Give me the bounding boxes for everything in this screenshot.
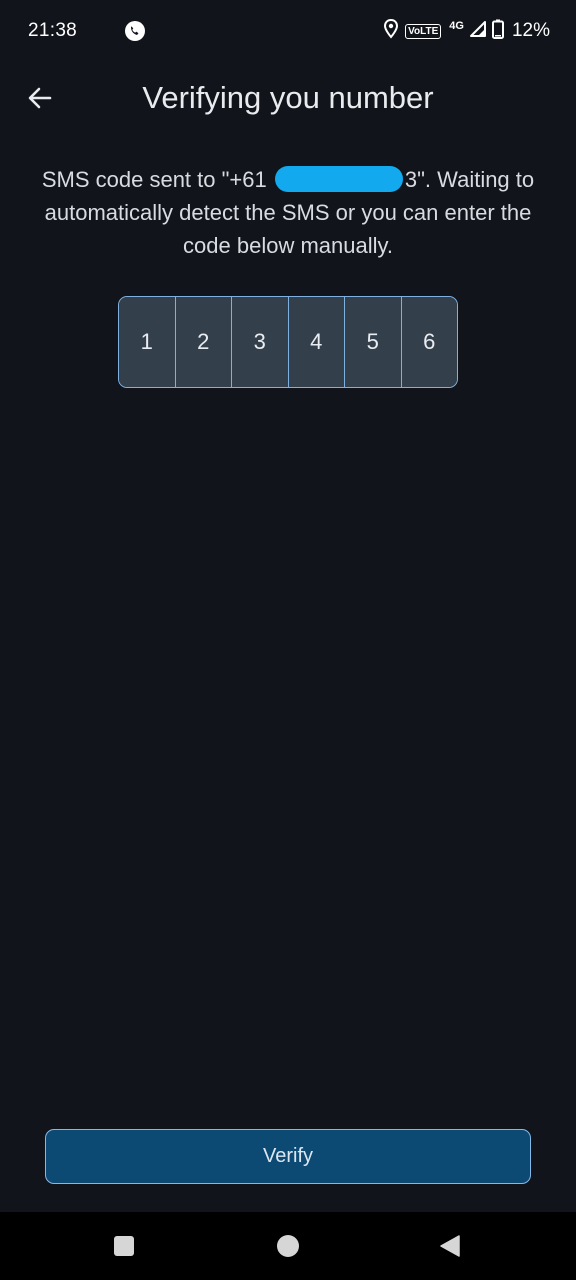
square-icon[interactable] [114,1236,134,1256]
app-notification-icon [124,20,146,42]
triangle-back-icon[interactable] [438,1234,462,1258]
code-digit-2[interactable]: 2 [175,297,232,387]
verify-button[interactable]: Verify [45,1129,531,1184]
status-indicators: VoLTE 4G 12% [383,18,550,44]
status-time: 21:38 [28,20,78,41]
redacted-phone-number [274,166,403,192]
back-button[interactable] [20,80,60,120]
arrow-left-icon [27,85,53,116]
code-digit-5[interactable]: 5 [345,297,402,387]
battery-percentage: 12% [511,20,550,41]
status-bar: 21:38 VoLTE 4G 12% [0,0,576,62]
volte-badge: VoLTE [405,23,442,39]
description-text-start: SMS code sent to "+61 [41,167,273,192]
battery-icon [491,19,504,44]
circle-icon[interactable] [277,1235,299,1257]
page-title: Verifying you number [142,80,434,115]
code-digit-6[interactable]: 6 [401,297,457,387]
code-digit-4[interactable]: 4 [288,297,345,387]
system-nav-bar [0,1212,576,1280]
verification-screen: 21:38 VoLTE 4G 12% Verifying you number … [0,0,576,1280]
sms-code-input: 1 2 3 4 5 6 [118,296,458,388]
code-digit-3[interactable]: 3 [232,297,289,387]
location-icon [383,18,399,44]
signal-icon [469,20,486,42]
sms-description: SMS code sent to "+61 3". Waiting to aut… [40,163,536,262]
app-header: Verifying you number [0,70,576,132]
code-digit-1[interactable]: 1 [119,297,176,387]
network-type: 4G [449,20,464,32]
